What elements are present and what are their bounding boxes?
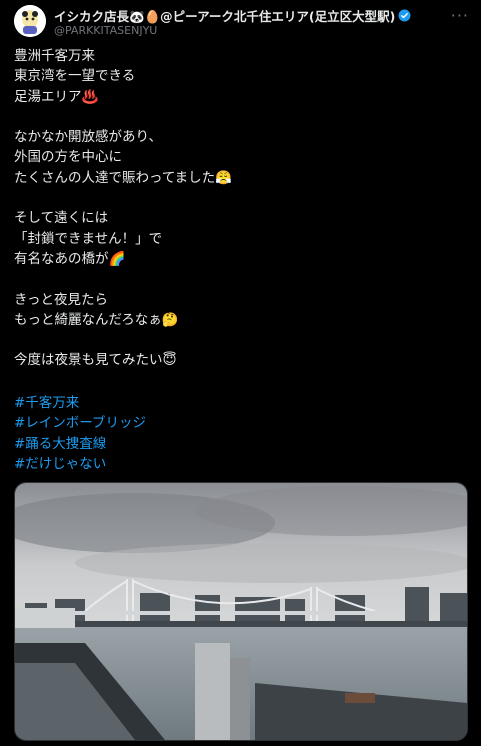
- hashtag-list: #千客万来 #レインボーブリッジ #踊る大捜査線 #だけじゃない: [14, 393, 146, 474]
- tweet-text: 豊洲千客万来 東京湾を一望できる 足湯エリア♨️ なかなか開放感があり、 外国の…: [14, 46, 454, 371]
- rainbow-bridge-photo: [15, 483, 467, 740]
- hashtag-link[interactable]: #千客万来: [14, 393, 146, 413]
- display-name-row[interactable]: イシカク店長🐼🥚@ピーアーク北千住エリア(足立区大型駅): [54, 6, 411, 25]
- more-options-icon[interactable]: ···: [451, 6, 469, 25]
- text-line: 有名なあの橋が🌈: [14, 250, 126, 267]
- text-line: 外国の方を中心に: [14, 149, 122, 166]
- text-line: 東京湾を一望できる: [14, 68, 136, 85]
- user-handle[interactable]: @PARKKITASENJYU: [54, 24, 157, 37]
- display-name[interactable]: イシカク店長🐼🥚@ピーアーク北千住エリア(足立区大型駅): [54, 6, 395, 25]
- text-line: 足湯エリア♨️: [14, 88, 99, 105]
- avatar[interactable]: [14, 5, 46, 37]
- text-line: なかなか開放感があり、: [14, 129, 162, 146]
- text-line: そして遠くには: [14, 210, 109, 227]
- text-line: 今度は夜景も見てみたい😇: [14, 352, 177, 369]
- text-line: もっと綺麗なんだろなぁ🤔: [14, 311, 179, 328]
- hashtag-link[interactable]: #踊る大捜査線: [14, 434, 146, 454]
- avatar-illustration-icon: [14, 5, 46, 37]
- tweet-photo[interactable]: [14, 482, 468, 741]
- text-line: きっと夜見たら: [14, 291, 108, 308]
- hashtag-link[interactable]: #レインボーブリッジ: [14, 413, 146, 433]
- verified-badge-icon: [398, 9, 411, 22]
- text-line: 豊洲千客万来: [14, 48, 95, 64]
- hashtag-link[interactable]: #だけじゃない: [14, 454, 146, 474]
- tweet-header: イシカク店長🐼🥚@ピーアーク北千住エリア(足立区大型駅) @PARKKITASE…: [14, 4, 471, 40]
- text-line: たくさんの人達で賑わってました😤: [14, 169, 232, 186]
- text-line: 「封鎖できません！」で: [14, 230, 163, 247]
